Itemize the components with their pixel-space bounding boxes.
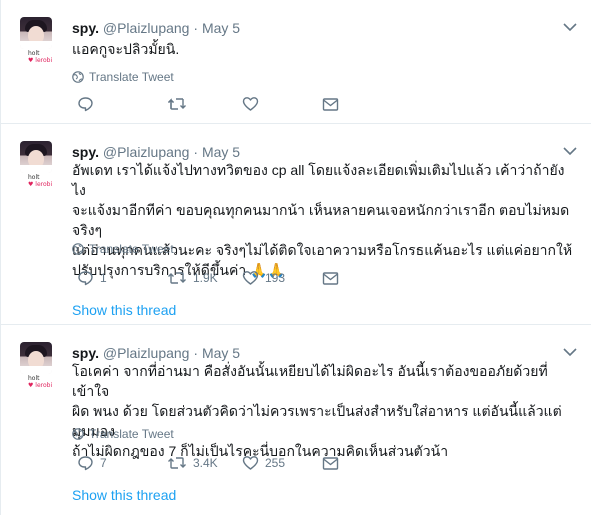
separator-dot: ·: [193, 144, 199, 160]
tweet-header: spy. @Plaizlupang · May 5: [72, 345, 240, 361]
reply-count: 1: [100, 271, 107, 285]
tweet-header: spy. @Plaizlupang · May 5: [72, 144, 240, 160]
user-handle[interactable]: @Plaizlupang: [103, 20, 190, 36]
avatar-caption-line1: holt: [28, 375, 40, 382]
retweet-button[interactable]: [167, 96, 242, 112]
retweet-icon: [168, 457, 186, 469]
avatar-caption-line2: ♥ lerobi: [28, 57, 53, 64]
tweet-actions: [77, 96, 339, 112]
reply-button[interactable]: [77, 96, 167, 112]
direct-message-button[interactable]: [322, 456, 339, 471]
chevron-down-icon[interactable]: [563, 146, 577, 156]
tweet-text: โอเคค่า จากที่อ่านมา คือสั่งอันนั้นเหยีย…: [72, 363, 562, 459]
tweet-thread: holt ♥ lerobi spy. @Plaizlupang · May 5 …: [0, 0, 591, 515]
avatar[interactable]: [20, 141, 52, 173]
tweet-date[interactable]: May 5: [202, 345, 240, 361]
tweet-date[interactable]: May 5: [202, 144, 240, 160]
direct-message-button[interactable]: [322, 271, 339, 286]
like-count: 193: [265, 271, 286, 285]
heart-icon: [242, 271, 259, 285]
avatar-caption-line2: ♥ lerobi: [28, 181, 53, 188]
envelope-icon: [322, 456, 339, 470]
user-handle[interactable]: @Plaizlupang: [103, 144, 190, 160]
reply-icon: [78, 271, 93, 286]
retweet-icon: [168, 272, 186, 284]
heart-icon: [242, 97, 259, 111]
display-name[interactable]: spy.: [72, 20, 99, 36]
avatar-caption-line2: ♥ lerobi: [28, 382, 53, 389]
translate-tweet-link[interactable]: Translate Tweet: [72, 242, 174, 256]
tweet-date[interactable]: May 5: [202, 20, 240, 36]
chevron-down-icon[interactable]: [563, 347, 577, 357]
globe-icon: [72, 428, 84, 440]
retweet-count: 1.9K: [193, 271, 218, 285]
avatar-caption-line1: holt: [28, 50, 40, 57]
avatar-caption: holt ♥ lerobi: [28, 174, 58, 188]
like-button[interactable]: 255: [242, 455, 322, 471]
show-this-thread-link[interactable]: Show this thread: [72, 487, 176, 503]
tweet-actions: 1 1.9K 193: [77, 270, 339, 286]
display-name[interactable]: spy.: [72, 345, 99, 361]
chevron-down-icon[interactable]: [563, 22, 577, 32]
avatar-caption-line1: holt: [28, 174, 40, 181]
show-this-thread-link[interactable]: Show this thread: [72, 302, 176, 318]
translate-label: Translate Tweet: [89, 427, 174, 441]
retweet-icon: [168, 98, 186, 110]
retweet-button[interactable]: 1.9K: [167, 270, 242, 286]
like-count: 255: [265, 456, 286, 470]
tweet-text: อัพเดท เราได้แจ้งไปทางทวิตของ cp all โดย…: [72, 162, 573, 278]
translate-label: Translate Tweet: [89, 70, 174, 84]
display-name[interactable]: spy.: [72, 144, 99, 160]
user-handle[interactable]: @Plaizlupang: [103, 345, 190, 361]
retweet-button[interactable]: 3.4K: [167, 455, 242, 471]
translate-label: Translate Tweet: [89, 242, 174, 256]
separator-dot: ·: [193, 20, 199, 36]
avatar[interactable]: [20, 17, 52, 49]
translate-tweet-link[interactable]: Translate Tweet: [72, 427, 174, 441]
avatar-caption: holt ♥ lerobi: [28, 375, 58, 389]
tweet[interactable]: holt ♥ lerobi spy. @Plaizlupang · May 5 …: [1, 325, 591, 515]
like-button[interactable]: 193: [242, 270, 322, 286]
direct-message-button[interactable]: [322, 97, 339, 112]
translate-tweet-link[interactable]: Translate Tweet: [72, 70, 174, 84]
reply-button[interactable]: 1: [77, 270, 167, 286]
tweet-actions: 7 3.4K 255: [77, 455, 339, 471]
globe-icon: [72, 71, 84, 83]
retweet-count: 3.4K: [193, 456, 218, 470]
separator-dot: ·: [193, 345, 199, 361]
tweet[interactable]: holt ♥ lerobi spy. @Plaizlupang · May 5 …: [1, 0, 591, 124]
avatar[interactable]: [20, 342, 52, 374]
avatar-caption: holt ♥ lerobi: [28, 50, 58, 64]
envelope-icon: [322, 97, 339, 111]
reply-icon: [78, 456, 93, 471]
tweet[interactable]: holt ♥ lerobi spy. @Plaizlupang · May 5 …: [1, 124, 591, 325]
heart-icon: [242, 456, 259, 470]
reply-button[interactable]: 7: [77, 455, 167, 471]
globe-icon: [72, 243, 84, 255]
tweet-header: spy. @Plaizlupang · May 5: [72, 20, 240, 36]
reply-count: 7: [100, 456, 107, 470]
reply-icon: [78, 97, 93, 112]
tweet-text: แอคกูจะปลิวมั้ยนิ.: [72, 41, 180, 57]
like-button[interactable]: [242, 96, 322, 112]
envelope-icon: [322, 271, 339, 285]
